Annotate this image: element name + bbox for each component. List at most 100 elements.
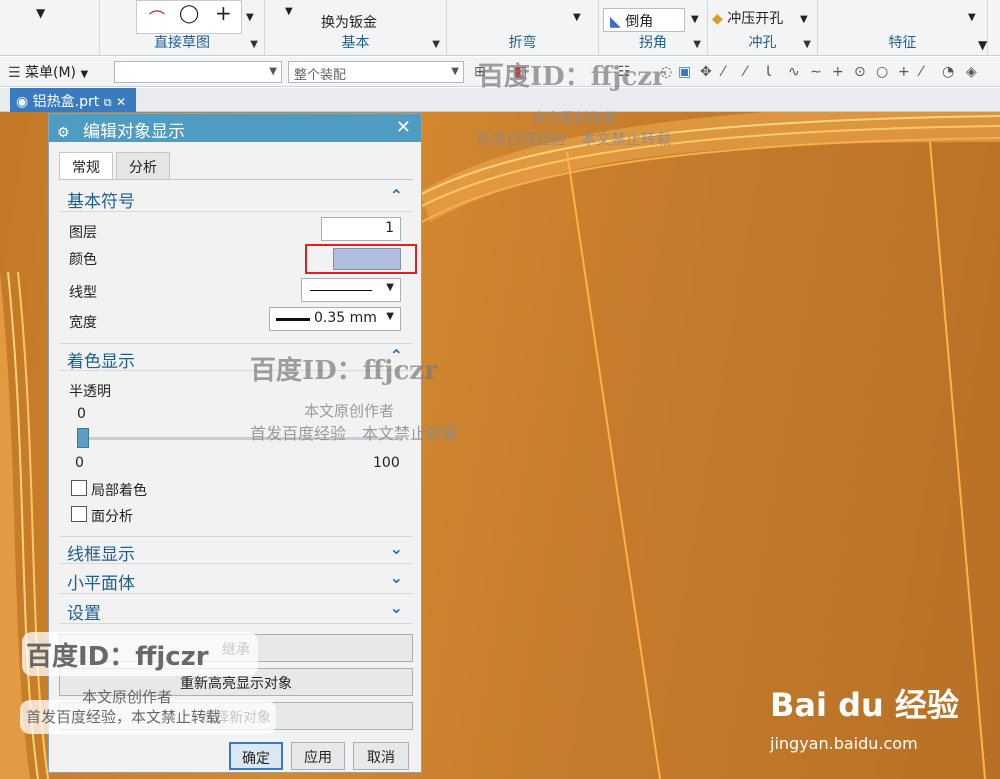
chevron-down-icon: ⌄ bbox=[389, 539, 403, 558]
arc-snap-icon[interactable]: Ɩ bbox=[766, 64, 771, 80]
face-analysis-checkbox[interactable] bbox=[71, 506, 87, 522]
baidu-brand-url: jingyan.baidu.com bbox=[770, 734, 918, 753]
partial-shading-checkbox[interactable] bbox=[71, 480, 87, 496]
section-basic[interactable]: 基本符号 ⌃ bbox=[59, 184, 413, 212]
ribbon-group-feature[interactable]: ▼ 特征 bbox=[818, 0, 988, 56]
dropdown-caret-icon[interactable]: ▼ bbox=[573, 12, 581, 23]
point-icon[interactable]: + bbox=[215, 1, 232, 25]
section-facets-title: 小平面体 bbox=[67, 574, 135, 594]
chamfer-button[interactable]: ◣ 倒角 bbox=[603, 8, 685, 32]
translucency-slider-thumb[interactable] bbox=[77, 428, 89, 448]
partial-shading-label: 局部着色 bbox=[91, 483, 147, 499]
midpoint-icon[interactable]: ∿ bbox=[788, 64, 800, 80]
watermark-id-top: 百度ID：ffjczr bbox=[478, 62, 666, 92]
layer-field[interactable]: 1 bbox=[321, 217, 401, 241]
ribbon-group-corner[interactable]: ◣ 倒角 ▼ 拐角 ▼ bbox=[599, 0, 708, 56]
ribbon-group-bend[interactable]: ▼ 折弯 bbox=[447, 0, 599, 56]
slider-min-label: 0 bbox=[75, 455, 84, 471]
ribbon-group-label: 拐角 bbox=[639, 35, 667, 51]
spline-icon[interactable]: ⌒ bbox=[149, 5, 165, 29]
watermark-line1-bottom: 本文原创作者 bbox=[82, 688, 173, 706]
chevron-down-icon: ▼ bbox=[269, 66, 277, 77]
chevron-down-icon: ▼ bbox=[386, 282, 394, 293]
color-swatch[interactable] bbox=[333, 248, 401, 270]
dropdown-caret-icon: ▼ bbox=[80, 69, 89, 80]
tangent-icon[interactable]: ⁄ bbox=[920, 64, 922, 80]
face-icon[interactable]: ◔ bbox=[942, 64, 954, 80]
apply-button[interactable]: 应用 bbox=[291, 742, 345, 770]
face-analysis-label: 面分析 bbox=[91, 509, 133, 525]
dropdown-caret-icon[interactable]: ▼ bbox=[691, 14, 699, 25]
ribbon-group-punch[interactable]: ◆ 冲压开孔 ▼ 冲孔 ▼ bbox=[708, 0, 818, 56]
assembly-scope-combo[interactable]: 整个装配 ▼ bbox=[288, 61, 464, 83]
sketch-more-icon[interactable]: ▼ bbox=[246, 12, 254, 23]
type-filter-combo[interactable]: ▼ bbox=[114, 61, 282, 83]
section-settings[interactable]: 设置 ⌄ bbox=[59, 596, 413, 624]
pin-icon[interactable]: ⧉ bbox=[104, 96, 112, 109]
group-caret-icon[interactable]: ▼ bbox=[432, 39, 440, 50]
section-wireframe[interactable]: 线框显示 ⌄ bbox=[59, 536, 413, 565]
dropdown-caret-icon[interactable]: ▼ bbox=[36, 6, 45, 20]
scroll-down-icon[interactable]: ▼ bbox=[978, 38, 987, 52]
ribbon-group-label: 直接草图 bbox=[154, 35, 210, 51]
quadrant-icon[interactable]: ○ bbox=[876, 64, 888, 80]
dialog-title: 编辑对象显示 bbox=[82, 122, 185, 142]
ribbon-group-left: ▼ bbox=[0, 0, 100, 56]
tab-general[interactable]: 常规 bbox=[59, 152, 113, 180]
move-icon[interactable]: ✥ bbox=[700, 64, 712, 80]
dropdown-caret-icon[interactable]: ▼ bbox=[968, 12, 976, 23]
perpendicular-icon[interactable]: + bbox=[832, 64, 844, 80]
watermark-line2-mid: 首发百度经验 本文禁止转载 bbox=[250, 424, 459, 443]
tab-analysis[interactable]: 分析 bbox=[116, 152, 170, 180]
menu-icon: ☰ bbox=[8, 65, 21, 81]
group-caret-icon[interactable]: ▼ bbox=[803, 39, 811, 50]
gear-icon[interactable]: ⚙ bbox=[57, 125, 70, 141]
watermark-line1-top: 本文原创作者 bbox=[532, 111, 616, 127]
assembly-scope-value: 整个装配 bbox=[294, 68, 347, 83]
cross-point-icon[interactable]: + bbox=[898, 64, 910, 80]
chevron-down-icon: ▼ bbox=[386, 311, 394, 322]
chevron-up-icon: ⌃ bbox=[389, 186, 403, 205]
solid-icon[interactable]: ◈ bbox=[966, 64, 977, 80]
section-shading-title: 着色显示 bbox=[67, 352, 135, 372]
linetype-select[interactable]: ▼ bbox=[301, 278, 401, 302]
group-caret-icon[interactable]: ▼ bbox=[250, 39, 258, 50]
convert-sheet-button[interactable]: 换为钣金 bbox=[321, 12, 377, 32]
center-point-icon[interactable]: ⊙ bbox=[854, 64, 866, 80]
ribbon-group-label: 冲孔 bbox=[748, 35, 777, 51]
section-wireframe-title: 线框显示 bbox=[67, 545, 135, 565]
baidu-brand-logo: Bai du 经验 bbox=[770, 686, 959, 724]
watermark-line2-top: 首发百度经验 本文禁止转载 bbox=[476, 130, 672, 148]
dropdown-caret-icon[interactable]: ▼ bbox=[285, 6, 293, 17]
punch-button[interactable]: ◆ 冲压开孔 bbox=[712, 8, 796, 32]
cancel-button[interactable]: 取消 bbox=[353, 742, 409, 770]
close-icon[interactable]: ✕ bbox=[396, 117, 411, 138]
ribbon-group-basic[interactable]: ▼ 换为钣金 基本 ▼ bbox=[265, 0, 447, 56]
part-file-icon: ◉ bbox=[16, 94, 29, 110]
width-label: 宽度 bbox=[69, 315, 97, 331]
dropdown-caret-icon[interactable]: ▼ bbox=[800, 14, 808, 25]
section-settings-title: 设置 bbox=[67, 604, 101, 624]
chamfer-label: 倒角 bbox=[625, 14, 654, 30]
ok-button[interactable]: 确定 bbox=[229, 742, 283, 770]
circle-icon[interactable]: ◯ bbox=[179, 3, 199, 24]
watermark-id-mid: 百度ID：ffjczr bbox=[250, 356, 438, 386]
punch-label: 冲压开孔 bbox=[727, 11, 784, 27]
menu-button[interactable]: ☰ 菜单(M) ▼ bbox=[8, 62, 88, 82]
file-tab[interactable]: ◉ 铝热盒.prt ⧉ ✕ bbox=[10, 88, 136, 112]
group-caret-icon[interactable]: ▼ bbox=[693, 39, 701, 50]
wave-icon[interactable]: ∼ bbox=[810, 64, 822, 80]
width-value: 0.35 mm bbox=[314, 310, 377, 326]
box-select-icon[interactable]: ▣ bbox=[678, 64, 691, 80]
close-icon[interactable]: ✕ bbox=[116, 95, 126, 109]
line-snap-icon[interactable]: ⁄ bbox=[722, 64, 724, 80]
curve-snap-icon[interactable]: ⁄ bbox=[744, 64, 746, 80]
width-select[interactable]: 0.35 mm ▼ bbox=[269, 307, 401, 331]
color-label: 颜色 bbox=[69, 252, 97, 268]
dialog-titlebar[interactable]: ⚙ 编辑对象显示 ✕ bbox=[49, 114, 421, 142]
ribbon: ▼ ⌒ ◯ + ▼ 直接草图 ▼ ▼ 换为钣金 基本 ▼ ▼ 折弯 ◣ 倒角 ▼… bbox=[0, 0, 1000, 56]
watermark-id-bottom: 百度ID：ffjczr bbox=[26, 642, 209, 672]
section-facets[interactable]: 小平面体 ⌄ bbox=[59, 566, 413, 594]
ribbon-group-sketch[interactable]: ⌒ ◯ + ▼ 直接草图 ▼ bbox=[100, 0, 265, 56]
ribbon-group-label: 折弯 bbox=[508, 35, 537, 51]
